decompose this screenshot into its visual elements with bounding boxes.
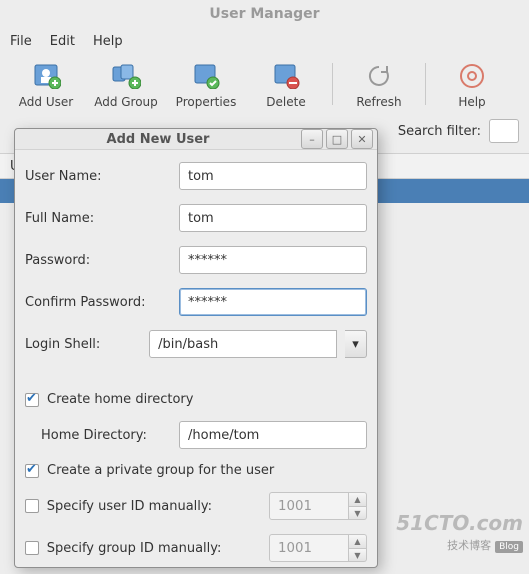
full-name-label: Full Name: — [25, 211, 171, 226]
menu-help[interactable]: Help — [93, 34, 123, 49]
menubar: File Edit Help — [0, 28, 529, 55]
app-title: User Manager — [0, 0, 529, 28]
chevron-down-icon: ▾ — [352, 337, 359, 352]
confirm-password-input[interactable] — [179, 288, 367, 316]
gid-spinner[interactable]: ▲▼ — [269, 534, 367, 562]
close-icon: ✕ — [357, 133, 366, 146]
home-dir-label: Home Directory: — [41, 428, 171, 443]
user-name-input[interactable] — [179, 162, 367, 190]
menu-file[interactable]: File — [10, 34, 32, 49]
add-user-button[interactable]: Add User — [6, 63, 86, 109]
watermark-site: 51CTO.com — [396, 511, 523, 535]
password-input[interactable] — [179, 246, 367, 274]
add-user-label: Add User — [19, 95, 73, 109]
dialog-titlebar[interactable]: Add New User – □ ✕ — [15, 129, 377, 150]
add-user-dialog: Add New User – □ ✕ User Name: Full Name:… — [14, 128, 378, 568]
watermark: 51CTO.com 技术博客Blog — [396, 511, 523, 553]
refresh-icon — [364, 63, 394, 89]
properties-label: Properties — [176, 95, 237, 109]
confirm-password-label: Confirm Password: — [25, 295, 171, 310]
password-label: Password: — [25, 253, 171, 268]
minimize-button[interactable]: – — [301, 129, 323, 149]
login-shell-label: Login Shell: — [25, 337, 141, 352]
specify-gid-checkbox[interactable] — [25, 541, 39, 555]
full-name-input[interactable] — [179, 204, 367, 232]
toolbar: Add User Add Group Properties Delete Ref… — [0, 55, 529, 113]
minimize-icon: – — [309, 133, 315, 146]
create-home-label: Create home directory — [47, 392, 193, 407]
specify-uid-label: Specify user ID manually: — [47, 499, 261, 514]
login-shell-input[interactable] — [149, 330, 337, 358]
help-label: Help — [458, 95, 485, 109]
add-user-icon — [31, 63, 61, 89]
uid-down-button[interactable]: ▼ — [349, 506, 367, 520]
add-group-label: Add Group — [94, 95, 158, 109]
toolbar-separator — [425, 63, 426, 105]
dialog-title: Add New User — [15, 132, 301, 147]
delete-button[interactable]: Delete — [246, 63, 326, 109]
gid-input — [269, 534, 349, 562]
search-input[interactable] — [489, 119, 519, 143]
maximize-button[interactable]: □ — [326, 129, 348, 149]
login-shell-dropdown[interactable]: ▾ — [345, 330, 367, 358]
home-dir-input[interactable] — [179, 421, 367, 449]
specify-uid-checkbox[interactable] — [25, 499, 39, 513]
create-home-checkbox[interactable] — [25, 393, 39, 407]
uid-up-button[interactable]: ▲ — [349, 492, 367, 506]
help-icon — [457, 63, 487, 89]
gid-down-button[interactable]: ▼ — [349, 548, 367, 562]
properties-button[interactable]: Properties — [166, 63, 246, 109]
private-group-label: Create a private group for the user — [47, 463, 274, 478]
search-label: Search filter: — [398, 124, 481, 139]
user-name-label: User Name: — [25, 169, 171, 184]
watermark-sub: 技术博客Blog — [396, 537, 523, 553]
uid-input — [269, 492, 349, 520]
gid-up-button[interactable]: ▲ — [349, 534, 367, 548]
help-button[interactable]: Help — [432, 63, 512, 109]
add-group-button[interactable]: Add Group — [86, 63, 166, 109]
properties-icon — [191, 63, 221, 89]
menu-edit[interactable]: Edit — [50, 34, 75, 49]
close-button[interactable]: ✕ — [351, 129, 373, 149]
add-group-icon — [111, 63, 141, 89]
refresh-label: Refresh — [356, 95, 401, 109]
maximize-icon: □ — [332, 133, 342, 146]
uid-spinner[interactable]: ▲▼ — [269, 492, 367, 520]
refresh-button[interactable]: Refresh — [339, 63, 419, 109]
private-group-checkbox[interactable] — [25, 464, 39, 478]
specify-gid-label: Specify group ID manually: — [47, 541, 261, 556]
dialog-body: User Name: Full Name: Password: Confirm … — [15, 150, 377, 574]
delete-icon — [271, 63, 301, 89]
delete-label: Delete — [266, 95, 305, 109]
toolbar-separator — [332, 63, 333, 105]
